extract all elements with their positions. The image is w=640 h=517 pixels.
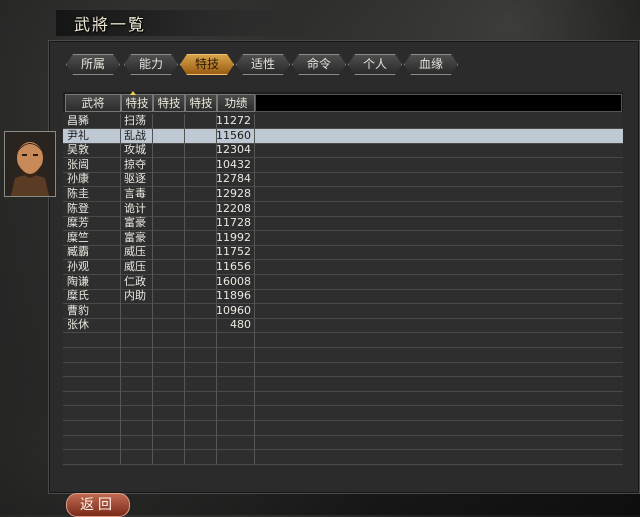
table-row[interactable]: 臧霸 威压 11752: [63, 245, 623, 261]
general-name: 张闿: [67, 157, 89, 171]
merit-value: 11560: [216, 128, 251, 142]
column-divider: [216, 114, 217, 464]
header-skill-2[interactable]: 特技: [153, 94, 185, 112]
skill-name: 掠夺: [124, 157, 146, 171]
tab-lineage[interactable]: 血缘: [404, 54, 458, 75]
merit-value: 11896: [216, 289, 251, 303]
header-merit[interactable]: 功绩: [217, 94, 255, 112]
general-portrait-icon: [5, 132, 55, 196]
table-row[interactable]: 陈圭 言毒 12928: [63, 187, 623, 202]
empty-row: [63, 406, 623, 421]
sort-indicator-icon: [130, 91, 136, 95]
skill-name: 仁政: [124, 274, 146, 288]
merit-value: 10432: [216, 157, 251, 171]
table-row[interactable]: 陈登 诡计 12208: [63, 202, 623, 217]
general-name: 孙康: [67, 172, 89, 186]
general-name: 糜竺: [67, 230, 89, 244]
merit-value: 10960: [216, 303, 251, 317]
skill-name: 富豪: [124, 230, 146, 244]
merit-value: 11728: [216, 216, 251, 230]
general-name: 陶谦: [67, 274, 89, 288]
general-name: 昌豨: [67, 114, 89, 127]
column-divider: [120, 114, 121, 464]
column-divider: [184, 114, 185, 464]
header-skill-1[interactable]: 特技: [121, 94, 153, 112]
general-name: 张休: [67, 318, 89, 332]
merit-value: 12928: [216, 187, 251, 200]
column-divider: [152, 114, 153, 464]
skill-name: 驱逐: [124, 172, 146, 186]
skill-name: 扫荡: [124, 114, 146, 127]
table-body: 昌豨 扫荡 11272 尹礼 乱战 11560 吴敦 攻城 12304 张闿 掠夺 10432 孙康 驱逐…: [63, 114, 623, 465]
skill-name: 内助: [124, 289, 146, 303]
table-header: 武将 特技 特技 特技 功绩: [63, 91, 623, 112]
skill-name: 言毒: [124, 187, 146, 200]
empty-row: [63, 377, 623, 392]
table-row[interactable]: 孙康 驱逐 12784: [63, 172, 623, 188]
table-row[interactable]: 曹豹 10960: [63, 304, 623, 319]
table-row[interactable]: 张闿 掠夺 10432: [63, 158, 623, 173]
merit-value: 11656: [216, 260, 251, 273]
officer-table: 武将 特技 特技 特技 功绩 昌豨 扫荡 11272 尹礼 乱战 11560 吴敦 攻城 123…: [63, 91, 623, 466]
merit-value: 12208: [216, 201, 251, 215]
skill-name: 富豪: [124, 216, 146, 230]
back-button[interactable]: 返回: [66, 493, 130, 517]
empty-row: [63, 362, 623, 378]
empty-row: [63, 450, 623, 465]
general-name: 曹豹: [67, 303, 89, 317]
tab-personal[interactable]: 个人: [348, 54, 402, 75]
table-row[interactable]: 吴敦 攻城 12304: [63, 143, 623, 159]
table-row[interactable]: 尹礼 乱战 11560: [63, 128, 623, 144]
tab-command[interactable]: 命令: [292, 54, 346, 75]
skill-name: 威压: [124, 245, 146, 259]
skill-name: 诡计: [124, 201, 146, 215]
merit-value: 16008: [216, 274, 251, 288]
empty-row: [63, 333, 623, 348]
tab-ability[interactable]: 能力: [124, 54, 178, 75]
general-name: 孙观: [67, 260, 89, 273]
general-name: 臧霸: [67, 245, 89, 259]
tab-aptitude[interactable]: 适性: [236, 54, 290, 75]
header-general[interactable]: 武将: [65, 94, 121, 112]
merit-value: 11992: [216, 230, 251, 244]
merit-value: 11752: [216, 245, 251, 259]
general-name: 糜氏: [67, 289, 89, 303]
general-name: 陈圭: [67, 187, 89, 200]
tab-affiliation[interactable]: 所属: [66, 54, 120, 75]
skill-name: 攻城: [124, 143, 146, 157]
general-name: 糜芳: [67, 216, 89, 230]
empty-row: [63, 421, 623, 436]
table-row[interactable]: 孙观 威压 11656: [63, 260, 623, 275]
table-row[interactable]: 昌豨 扫荡 11272: [63, 114, 623, 129]
table-row[interactable]: 张休 480: [63, 318, 623, 334]
skill-name: 威压: [124, 260, 146, 273]
header-skill-3[interactable]: 特技: [185, 94, 217, 112]
header-skill-1-label: 特技: [125, 96, 149, 110]
empty-row: [63, 435, 623, 451]
empty-row: [63, 391, 623, 407]
general-portrait: [4, 131, 56, 197]
merit-value: 12304: [216, 143, 251, 157]
column-divider: [254, 114, 255, 464]
general-name: 尹礼: [67, 128, 89, 142]
table-row[interactable]: 糜竺 富豪 11992: [63, 231, 623, 246]
skill-name: 乱战: [124, 128, 146, 142]
table-row[interactable]: 糜氏 内助 11896: [63, 289, 623, 305]
window-title: 武將一覧: [74, 15, 147, 34]
merit-value: 480: [230, 318, 251, 332]
header-empty: [255, 94, 622, 112]
table-row[interactable]: 陶谦 仁政 16008: [63, 275, 623, 290]
empty-row: [63, 348, 623, 363]
merit-value: 12784: [216, 172, 251, 186]
table-row[interactable]: 糜芳 富豪 11728: [63, 216, 623, 232]
merit-value: 11272: [216, 114, 251, 127]
general-name: 陈登: [67, 201, 89, 215]
tab-skills[interactable]: 特技: [180, 54, 234, 75]
general-name: 吴敦: [67, 143, 89, 157]
